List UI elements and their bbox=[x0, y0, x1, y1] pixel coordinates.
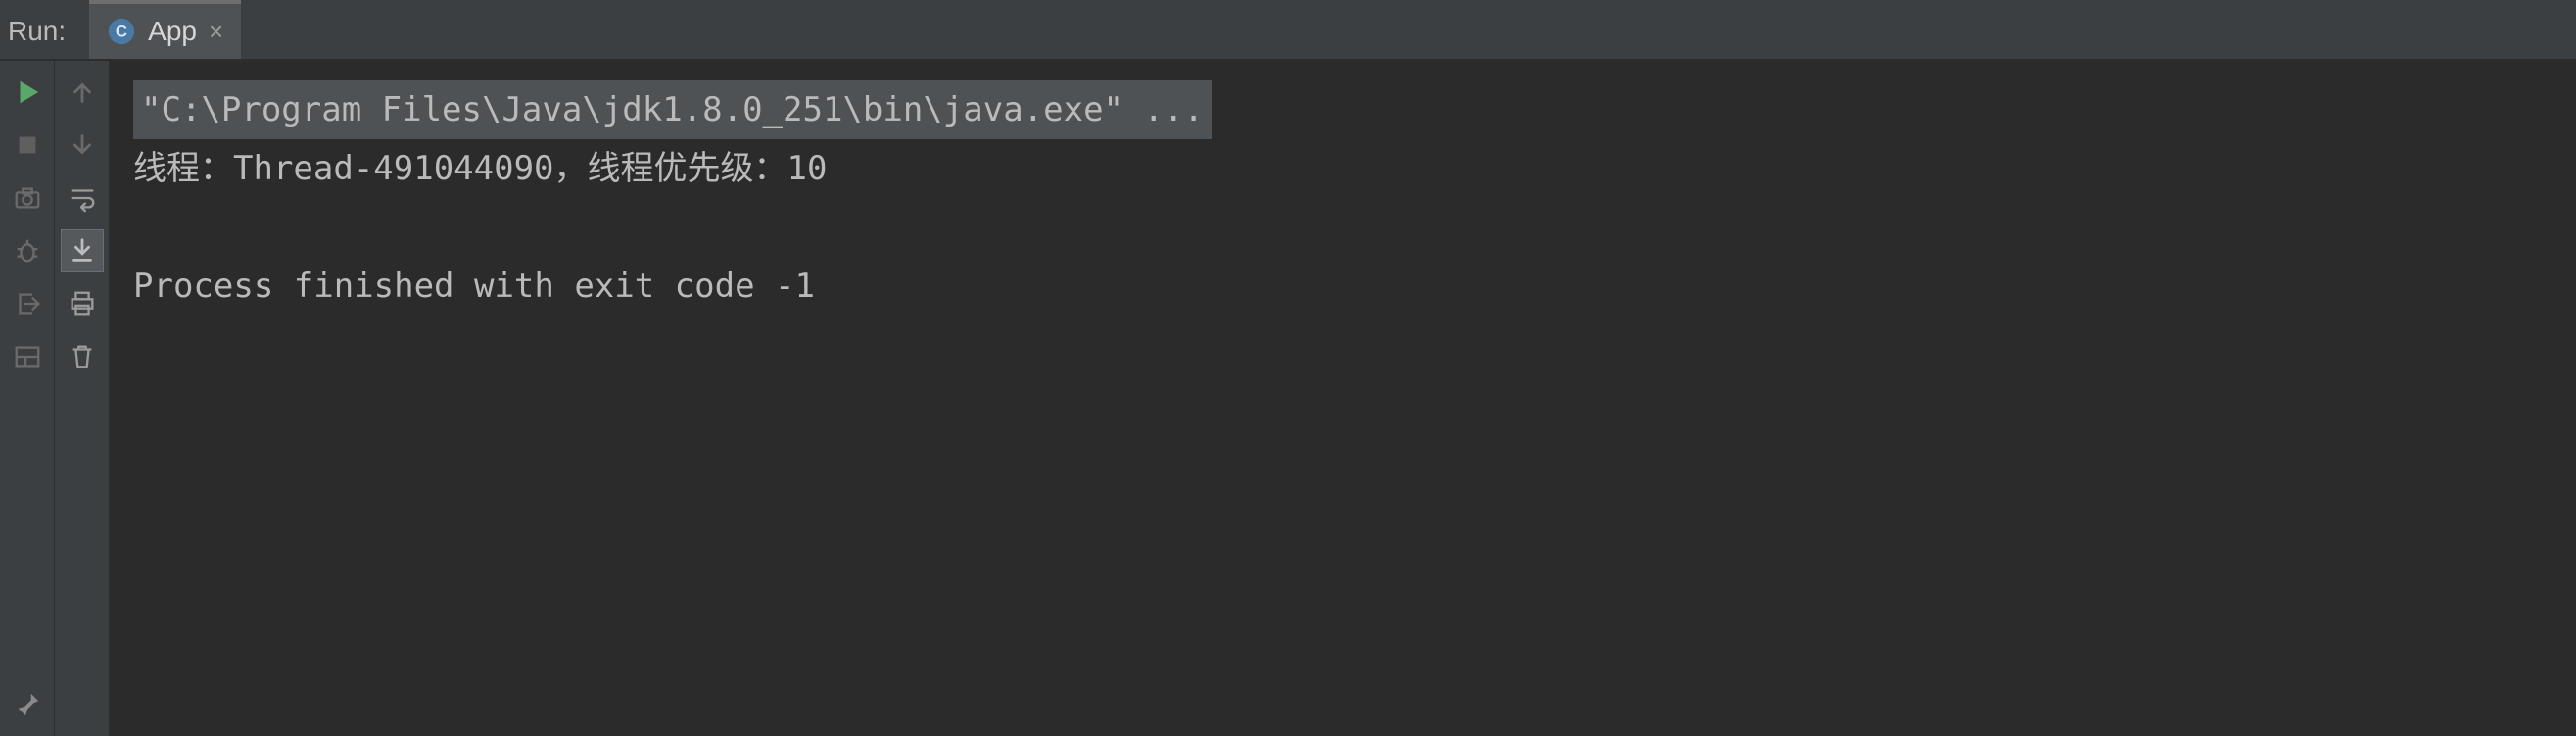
rerun-button[interactable] bbox=[6, 71, 49, 114]
print-button[interactable] bbox=[61, 282, 104, 325]
run-tab-label: App bbox=[148, 16, 197, 47]
console-command-line: "C:\Program Files\Java\jdk1.8.0_251\bin\… bbox=[133, 80, 1212, 139]
arrow-down-icon bbox=[68, 130, 97, 160]
run-header: Run: C App × bbox=[0, 0, 2576, 61]
console-toolbar bbox=[55, 61, 110, 736]
console-output[interactable]: "C:\Program Files\Java\jdk1.8.0_251\bin\… bbox=[110, 61, 2576, 736]
camera-icon bbox=[13, 183, 42, 213]
console-exit-line: Process finished with exit code -1 bbox=[133, 267, 815, 306]
print-icon bbox=[68, 289, 97, 319]
scroll-end-button[interactable] bbox=[61, 229, 104, 272]
play-icon bbox=[13, 77, 42, 107]
wrap-icon bbox=[68, 183, 97, 213]
left-toolbar bbox=[0, 61, 55, 736]
bug-icon bbox=[13, 236, 42, 266]
down-button[interactable] bbox=[61, 123, 104, 167]
pin-icon bbox=[13, 690, 42, 719]
exit-icon bbox=[13, 289, 42, 319]
arrow-up-icon bbox=[68, 77, 97, 107]
dump-button[interactable] bbox=[6, 176, 49, 220]
layout-button[interactable] bbox=[6, 335, 49, 378]
pin-button[interactable] bbox=[6, 683, 49, 726]
run-tab-app[interactable]: C App × bbox=[89, 0, 241, 59]
trash-icon bbox=[68, 342, 97, 371]
console-line: 线程：Thread-491044090，线程优先级：10 bbox=[133, 149, 827, 188]
scroll-end-icon bbox=[68, 236, 97, 266]
layout-icon bbox=[13, 342, 42, 371]
up-button[interactable] bbox=[61, 71, 104, 114]
run-label: Run: bbox=[8, 12, 66, 47]
exit-button[interactable] bbox=[6, 282, 49, 325]
run-tool-window: Run: C App × bbox=[0, 0, 2576, 736]
soft-wrap-button[interactable] bbox=[61, 176, 104, 220]
close-icon[interactable]: × bbox=[209, 19, 223, 44]
class-icon: C bbox=[107, 17, 136, 46]
clear-button[interactable] bbox=[61, 335, 104, 378]
stop-button[interactable] bbox=[6, 123, 49, 167]
run-body: "C:\Program Files\Java\jdk1.8.0_251\bin\… bbox=[0, 61, 2576, 736]
debug-button[interactable] bbox=[6, 229, 49, 272]
svg-text:C: C bbox=[116, 23, 127, 41]
stop-icon bbox=[13, 130, 42, 160]
